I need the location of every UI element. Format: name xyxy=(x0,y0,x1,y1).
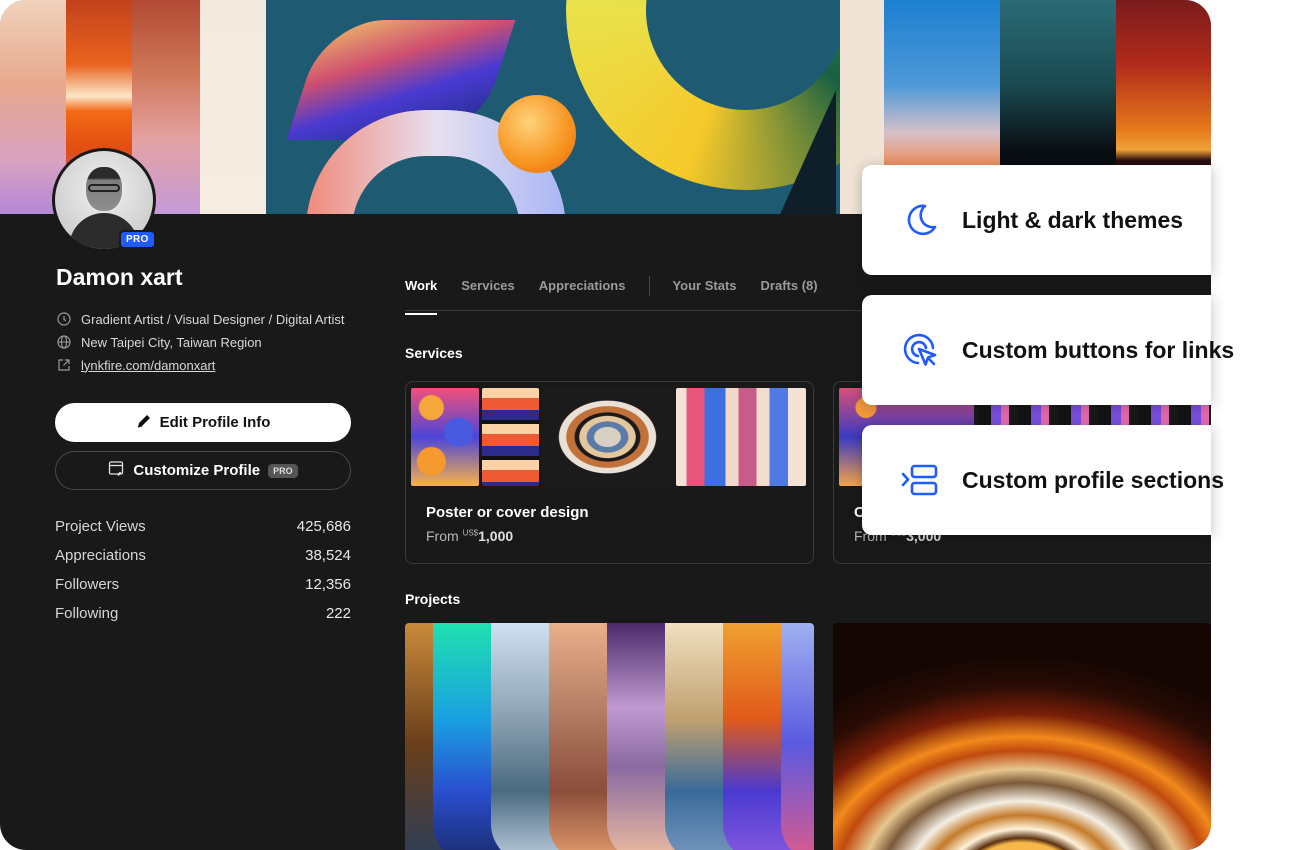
profile-website[interactable]: lynkfire.com/damonxart xyxy=(56,357,215,373)
cursor-click-icon xyxy=(900,330,940,370)
moon-icon xyxy=(900,200,940,240)
project-tile[interactable] xyxy=(405,623,814,850)
projects-heading: Projects xyxy=(405,591,461,607)
feature-card-buttons: Custom buttons for links xyxy=(862,295,1234,405)
pro-badge: PRO xyxy=(119,230,156,249)
customize-icon xyxy=(108,460,125,481)
customize-pro-badge: PRO xyxy=(268,463,298,478)
service-title: Poster or cover design xyxy=(426,504,589,521)
service-price: From US$1,000 xyxy=(426,528,514,544)
website-link[interactable]: lynkfire.com/damonxart xyxy=(81,358,215,373)
profile-name: Damon xart xyxy=(56,264,183,290)
globe-icon xyxy=(56,334,72,350)
services-heading: Services xyxy=(405,345,463,361)
tab-divider xyxy=(649,275,651,296)
info-icon xyxy=(56,311,72,327)
project-tile[interactable] xyxy=(833,623,1211,850)
edit-profile-button[interactable]: Edit Profile Info xyxy=(55,403,351,442)
feature-card-sections: Custom profile sections xyxy=(862,425,1224,535)
stat-followers[interactable]: Followers 12,356 xyxy=(55,576,351,593)
customize-profile-button[interactable]: Customize Profile PRO xyxy=(55,451,351,490)
feature-label: Custom profile sections xyxy=(962,466,1224,493)
feature-card-themes: Light & dark themes xyxy=(862,165,1211,275)
stat-appreciations: Appreciations 38,524 xyxy=(55,547,351,564)
service-card[interactable]: Poster or cover design From US$1,000 xyxy=(405,381,814,564)
feature-label: Light & dark themes xyxy=(962,206,1184,233)
stat-project-views: Project Views 425,686 xyxy=(55,518,351,535)
profile-title-line: Gradient Artist / Visual Designer / Digi… xyxy=(56,311,344,327)
pencil-icon xyxy=(136,413,152,433)
stat-following[interactable]: Following 222 xyxy=(55,605,351,622)
sections-icon xyxy=(900,460,940,500)
external-link-icon xyxy=(56,357,72,373)
profile-location: New Taipei City, Taiwan Region xyxy=(56,334,262,350)
feature-label: Custom buttons for links xyxy=(962,336,1235,363)
